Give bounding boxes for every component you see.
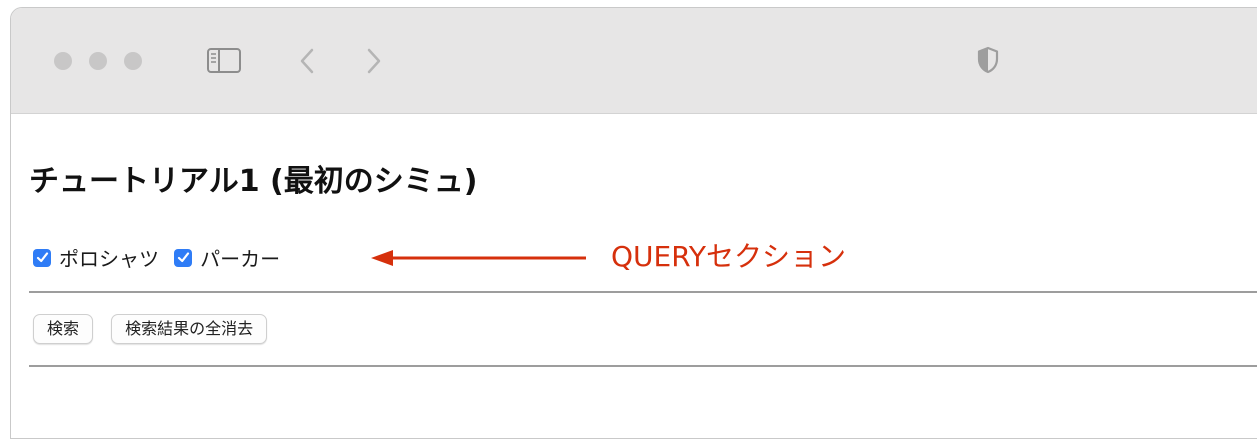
checkbox-polo-shirt[interactable]: ポロシャツ bbox=[33, 243, 169, 272]
checkbox-label[interactable]: ポロシャツ bbox=[59, 243, 159, 272]
clear-results-button[interactable]: 検索結果の全消去 bbox=[111, 314, 268, 344]
chevron-right-icon[interactable] bbox=[364, 46, 384, 76]
shield-icon[interactable] bbox=[977, 46, 999, 74]
browser-toolbar bbox=[11, 8, 1257, 114]
checkbox-checked-icon[interactable] bbox=[33, 248, 51, 267]
arrow-left-icon bbox=[371, 250, 586, 266]
search-button[interactable]: 検索 bbox=[33, 314, 94, 344]
checkbox-label[interactable]: パーカー bbox=[200, 243, 280, 272]
query-section: ポロシャツ パーカー bbox=[33, 243, 290, 273]
chevron-left-icon[interactable] bbox=[297, 46, 317, 76]
page-title: チュートリアル1 (最初のシミュ) bbox=[29, 164, 478, 199]
divider bbox=[29, 365, 1257, 367]
sidebar-icon[interactable] bbox=[207, 48, 241, 73]
page-content: チュートリアル1 (最初のシミュ) ポロシャツ パーカー QUERYセクション bbox=[11, 114, 1257, 438]
checkbox-checked-icon[interactable] bbox=[174, 248, 193, 267]
annotation-label: QUERYセクション bbox=[611, 240, 846, 273]
button-row: 検索 検索結果の全消去 bbox=[33, 314, 280, 344]
checkbox-hoodie[interactable]: パーカー bbox=[174, 243, 290, 272]
divider bbox=[29, 291, 1257, 293]
window-zoom-icon[interactable] bbox=[124, 52, 142, 70]
browser-window: チュートリアル1 (最初のシミュ) ポロシャツ パーカー QUERYセクション bbox=[10, 7, 1257, 439]
window-minimize-icon[interactable] bbox=[89, 52, 107, 70]
window-close-icon[interactable] bbox=[54, 52, 72, 70]
